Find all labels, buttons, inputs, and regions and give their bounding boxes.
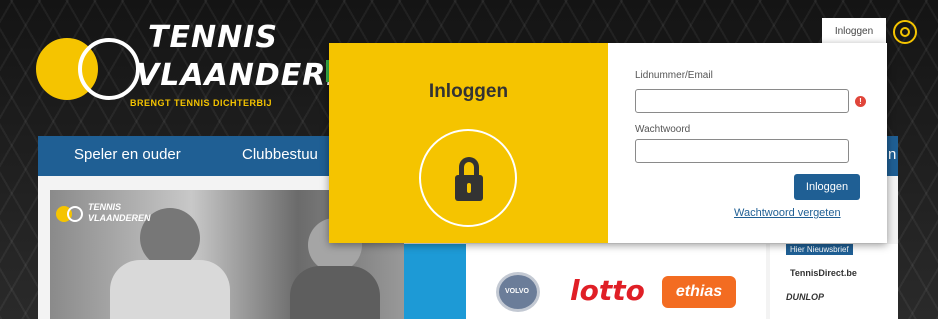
password-label: Wachtwoord [635,124,691,135]
user-icon[interactable] [893,20,917,44]
tennisdirect-logo[interactable]: TennisDirect.be [790,268,857,278]
newsletter-tag[interactable]: Hier Nieuwsbrief [786,244,853,255]
lock-circle [419,129,517,227]
volvo-text: VOLVO [505,288,529,295]
error-icon: ! [855,96,866,107]
mini-logo-line2: VLAANDEREN [88,213,151,223]
lotto-logo[interactable]: lotto [570,274,645,307]
photo-logo: TENNIS VLAANDEREN [56,200,166,230]
lock-keyhole [467,183,471,193]
photo-person2-body [290,266,380,319]
tennis-ball-outline-icon [78,38,140,100]
login-popup: Inloggen Lidnummer/Email ! Wachtwoord In… [329,43,887,243]
sponsor-side: Hier Nieuwsbrief TennisDirect.be DUNLOP [770,244,898,319]
username-input[interactable] [635,89,849,113]
site-logo[interactable]: TENNIS VLAANDEREN BRENGT TENNIS DICHTERB… [36,14,373,124]
photo-person-body [110,260,230,319]
logo-text-line1: TENNIS [148,20,278,55]
sponsor-bar: VOLVO lotto ethias [466,244,766,319]
login-tab[interactable]: Inloggen [822,18,886,46]
forgot-password-link[interactable]: Wachtwoord vergeten [734,207,841,219]
login-title: Inloggen [428,81,509,102]
page: TENNIS VLAANDEREN BRENGT TENNIS DICHTERB… [0,0,938,319]
ethias-logo[interactable]: ethias [662,276,736,308]
nav-item-speler-en-ouder[interactable]: Speler en ouder [74,146,181,163]
login-popup-left: Inloggen [329,43,608,243]
nav-item-clubbestuur[interactable]: Clubbestuu [242,146,318,163]
dunlop-logo[interactable]: DUNLOP [786,292,824,302]
blue-strip [404,244,466,319]
login-button[interactable]: Inloggen [794,174,860,200]
mini-logo-text: TENNIS VLAANDEREN [88,202,151,224]
logo-tagline: BRENGT TENNIS DICHTERBIJ [130,98,273,108]
password-input[interactable] [635,139,849,163]
mini-ball-outline-icon [67,206,83,222]
nav-item-partial[interactable]: n [888,146,896,163]
username-label: Lidnummer/Email [635,70,713,81]
volvo-logo[interactable]: VOLVO [496,272,540,312]
mini-logo-line1: TENNIS [88,202,122,212]
